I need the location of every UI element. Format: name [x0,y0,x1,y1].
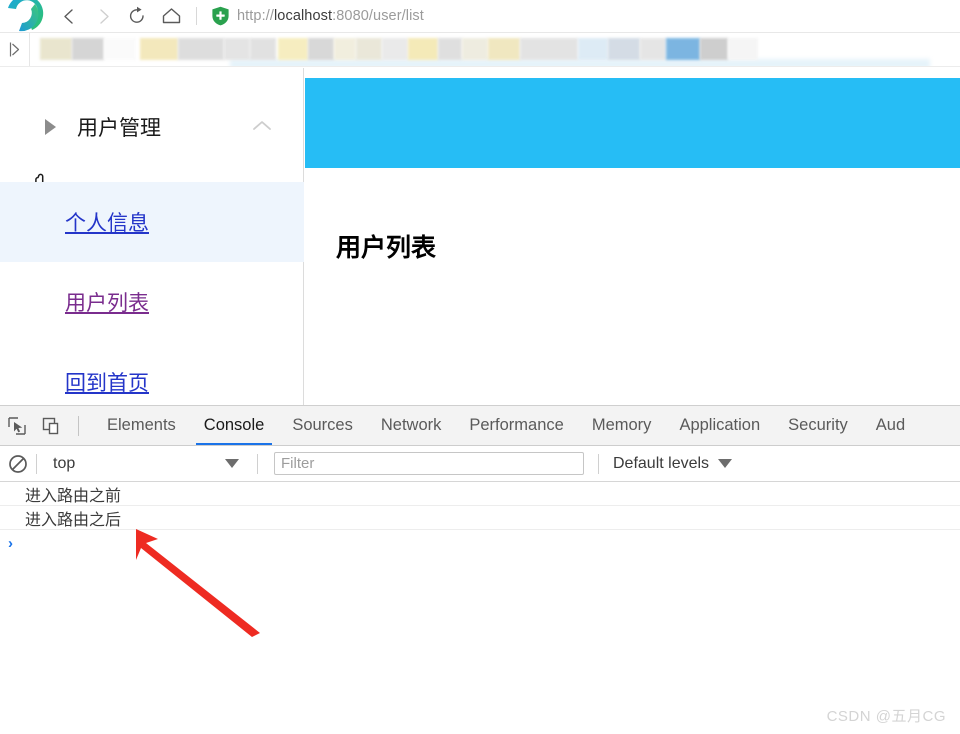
device-toolbar-icon [42,417,59,434]
bookmark-chip[interactable] [250,37,276,60]
security-badge[interactable] [209,0,231,33]
bookmark-chip[interactable] [408,37,438,60]
back-button[interactable] [52,0,86,33]
bookmark-chip[interactable] [72,37,104,60]
sidebar-item-label[interactable]: 用户列表 [65,287,149,317]
sidebar-item-3[interactable]: 回到首页 [0,342,304,405]
toolbar-divider [196,7,197,25]
url-path: :8080/user/list [332,8,424,24]
bookmark-chip[interactable] [640,37,666,60]
tab-elements[interactable]: Elements [93,406,190,445]
devtools-toolbar-divider [78,415,79,436]
home-button[interactable] [154,0,188,33]
prompt-caret-icon: › [8,534,13,552]
sidebar-group-user-management[interactable]: 用户管理 [0,98,304,156]
filterbar-divider-2 [257,453,258,474]
bookmark-chip[interactable] [104,37,136,60]
console-filter-bar: top Default levels [0,446,960,482]
inspect-element-icon [8,416,26,435]
screenshot-root: http://localhost:8080/user/list 用户管理 个人信… [0,0,960,734]
bookmark-chip[interactable] [578,37,608,60]
sidebar-item-label[interactable]: 个人信息 [65,207,149,237]
bookmark-chip[interactable] [382,37,408,60]
bookmark-chip[interactable] [140,37,178,60]
sidebar: 用户管理 个人信息用户列表回到首页 [0,68,304,405]
device-toolbar-button[interactable] [34,406,68,445]
forward-button[interactable] [86,0,120,33]
bookmark-chip[interactable] [438,37,462,60]
browser-toolbar: http://localhost:8080/user/list [0,0,960,33]
browser-swirl-logo [0,0,52,33]
caret-down-icon [225,458,239,468]
bookmark-chip[interactable] [224,37,250,60]
address-bar-url[interactable]: http://localhost:8080/user/list [237,8,424,24]
devtools-panel: Elements Console Sources Network Performance… [0,405,960,734]
triangle-right-icon [45,119,56,135]
bookmark-chip[interactable] [334,37,356,60]
console-context-select[interactable]: top [37,446,257,482]
sidebar-item-label[interactable]: 回到首页 [65,367,149,397]
filterbar-divider-3 [598,453,599,474]
bookmark-items-blurred[interactable] [30,33,960,66]
sidebar-item-2[interactable]: 用户列表 [0,262,304,342]
bookmark-chip[interactable] [608,37,640,60]
bookmark-chip[interactable] [666,37,700,60]
console-context-value: top [53,454,76,472]
tab-performance[interactable]: Performance [455,406,577,445]
reload-icon [129,6,144,23]
bookmark-chip[interactable] [520,37,578,60]
tab-security[interactable]: Security [774,406,862,445]
caret-down-icon [718,459,733,468]
bookmark-bar [0,33,960,67]
home-icon [162,8,180,24]
tab-sources[interactable]: Sources [278,406,367,445]
console-log-levels-value: Default levels [613,454,710,472]
url-host: localhost [273,8,333,24]
hero-banner [305,78,960,168]
tab-memory[interactable]: Memory [578,406,666,445]
bookmark-chip[interactable] [728,37,758,60]
tab-console[interactable]: Console [190,406,279,445]
bookmark-blur-underlay [230,58,930,66]
bookmark-chip[interactable] [40,37,72,60]
console-message-text: 进入路由之后 [25,509,122,529]
bookmark-chip[interactable] [488,37,520,60]
tab-network[interactable]: Network [367,406,456,445]
tab-aud[interactable]: Aud [862,406,919,445]
console-input-prompt[interactable]: › [0,530,960,556]
page-viewport: 用户管理 个人信息用户列表回到首页 用户列表 [0,68,960,405]
watermark-text: CSDN @五月CG [826,708,946,725]
console-filter-input[interactable] [274,452,584,475]
clear-console-icon [9,454,27,473]
tab-application[interactable]: Application [665,406,774,445]
bookmark-chip[interactable] [700,37,728,60]
sidebar-item-1[interactable]: 个人信息 [0,182,304,262]
console-message-list[interactable]: 进入路由之前 进入路由之后 › [0,482,960,734]
page-title: 用户列表 [336,233,437,262]
green-shield-plus-icon [211,6,229,26]
bookmark-chip[interactable] [356,37,382,60]
sidebar-group-label: 用户管理 [77,116,161,140]
console-message-row: 进入路由之后 [0,506,960,530]
sidebar-menu-list: 个人信息用户列表回到首页 [0,182,304,405]
devtools-tabbar: Elements Console Sources Network Performance… [0,406,960,446]
reload-button[interactable] [120,0,154,33]
bookmark-chip[interactable] [278,37,308,60]
page-content: 用户列表 [305,68,960,405]
url-scheme: http:// [237,8,274,24]
chevron-left-icon [63,8,73,24]
bookmark-chip[interactable] [178,37,224,60]
console-log-levels-select[interactable]: Default levels [613,446,733,482]
console-message-text: 进入路由之前 [25,485,122,505]
chevron-right-icon [99,8,109,24]
console-message-row: 进入路由之前 [0,482,960,506]
clear-console-button[interactable] [0,446,36,482]
inspect-element-button[interactable] [0,406,34,445]
bookmarks-expand-icon[interactable] [0,33,30,66]
chevron-up-icon[interactable] [250,118,274,134]
bookmark-chip[interactable] [462,37,488,60]
bookmark-chip[interactable] [308,37,334,60]
